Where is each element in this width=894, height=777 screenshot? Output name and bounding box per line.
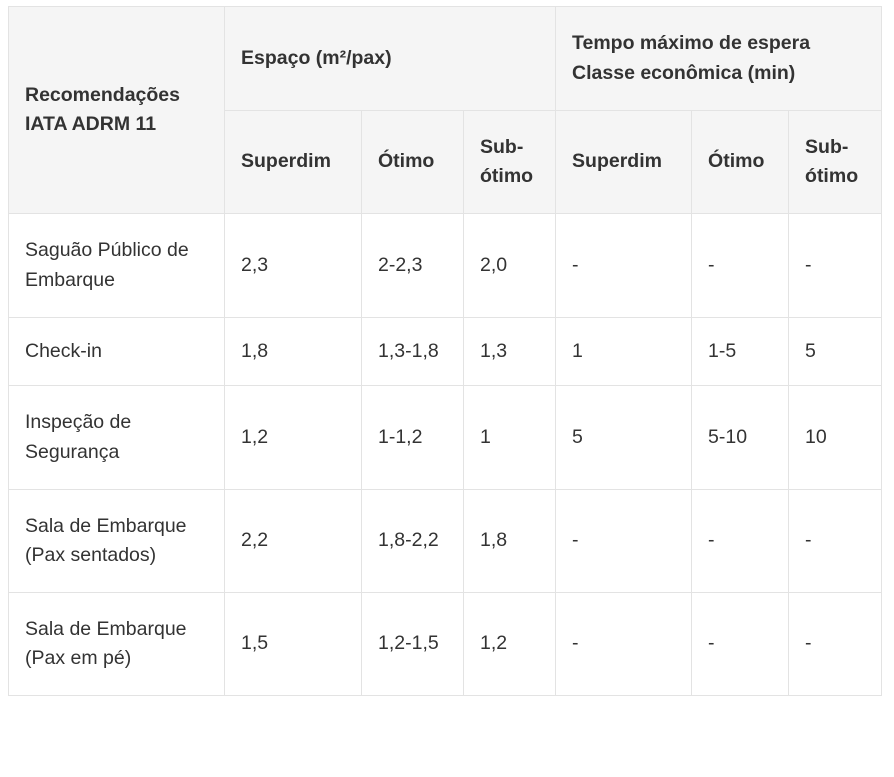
cell-wait-sub-otimo: - xyxy=(788,213,883,318)
iata-recommendations-table: Recomendações IATA ADRM 11 Espaço (m²/pa… xyxy=(8,6,883,696)
cell-wait-otimo: - xyxy=(691,592,790,696)
cell-space-superdim: 1,8 xyxy=(224,317,362,386)
table-row: Sala de Embarque (Pax em pé) 1,5 1,2-1,5… xyxy=(8,592,883,696)
header-space-group: Espaço (m²/pax) xyxy=(223,6,557,111)
header-wait-otimo: Ótimo xyxy=(691,110,790,214)
header-wait-sub-otimo: Sub-ótimo xyxy=(788,110,883,214)
header-space-sub-otimo: Sub-ótimo xyxy=(462,110,557,214)
cell-space-superdim: 2,3 xyxy=(224,213,362,318)
cell-wait-otimo: 5-10 xyxy=(691,385,790,490)
cell-space-superdim: 1,5 xyxy=(224,592,362,696)
cell-space-otimo: 1-1,2 xyxy=(361,385,464,490)
row-label: Check-in xyxy=(8,317,225,386)
cell-wait-superdim: - xyxy=(555,489,693,593)
cell-space-otimo: 2-2,3 xyxy=(361,213,464,318)
table-row: Sala de Embarque (Pax sentados) 2,2 1,8-… xyxy=(8,489,883,593)
cell-space-superdim: 1,2 xyxy=(224,385,362,490)
cell-space-otimo: 1,2-1,5 xyxy=(361,592,464,696)
header-recommendations: Recomendações IATA ADRM 11 xyxy=(8,6,225,214)
cell-space-sub-otimo: 1,8 xyxy=(462,489,557,593)
cell-wait-otimo: - xyxy=(691,489,790,593)
cell-space-sub-otimo: 2,0 xyxy=(462,213,557,318)
cell-wait-superdim: 5 xyxy=(555,385,693,490)
cell-wait-sub-otimo: 5 xyxy=(788,317,883,386)
cell-space-sub-otimo: 1 xyxy=(462,385,557,490)
cell-wait-superdim: 1 xyxy=(555,317,693,386)
cell-wait-otimo: 1-5 xyxy=(691,317,790,386)
table-row: Inspeção de Segurança 1,2 1-1,2 1 5 5-10… xyxy=(8,385,883,490)
row-label: Saguão Público de Embarque xyxy=(8,213,225,318)
header-wait-group: Tempo máximo de espera Classe econômica … xyxy=(555,6,883,111)
header-space-otimo: Ótimo xyxy=(361,110,464,214)
cell-wait-otimo: - xyxy=(691,213,790,318)
header-row-groups: Recomendações IATA ADRM 11 Espaço (m²/pa… xyxy=(8,6,883,214)
cell-wait-superdim: - xyxy=(555,592,693,696)
page: Recomendações IATA ADRM 11 Espaço (m²/pa… xyxy=(0,0,894,777)
cell-space-otimo: 1,8-2,2 xyxy=(361,489,464,593)
cell-space-sub-otimo: 1,2 xyxy=(462,592,557,696)
row-label: Inspeção de Segurança xyxy=(8,385,225,490)
cell-space-otimo: 1,3-1,8 xyxy=(361,317,464,386)
header-wait-superdim: Superdim xyxy=(555,110,693,214)
row-label: Sala de Embarque (Pax em pé) xyxy=(8,592,225,696)
table-row: Check-in 1,8 1,3-1,8 1,3 1 1-5 5 xyxy=(8,317,883,386)
cell-wait-sub-otimo: 10 xyxy=(788,385,883,490)
cell-space-sub-otimo: 1,3 xyxy=(462,317,557,386)
header-space-superdim: Superdim xyxy=(224,110,362,214)
cell-wait-superdim: - xyxy=(555,213,693,318)
table-row: Saguão Público de Embarque 2,3 2-2,3 2,0… xyxy=(8,213,883,318)
cell-space-superdim: 2,2 xyxy=(224,489,362,593)
cell-wait-sub-otimo: - xyxy=(788,592,883,696)
row-label: Sala de Embarque (Pax sentados) xyxy=(8,489,225,593)
cell-wait-sub-otimo: - xyxy=(788,489,883,593)
